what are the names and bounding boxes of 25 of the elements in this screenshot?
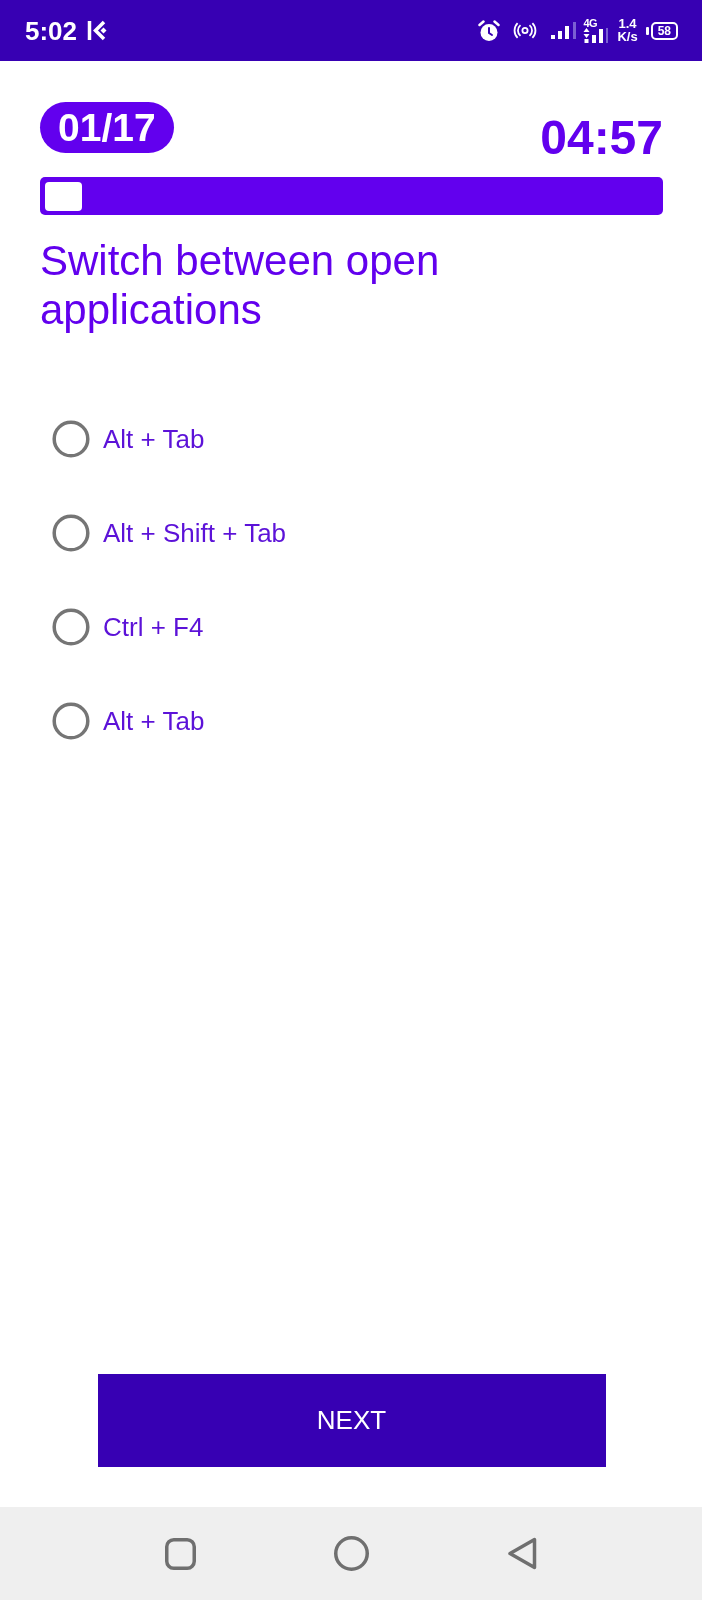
back-icon[interactable] xyxy=(506,1537,538,1570)
answer-option[interactable]: Alt + Tab xyxy=(52,702,205,740)
radio-icon[interactable] xyxy=(52,514,90,552)
signal-bars-icon xyxy=(551,22,577,39)
network-speed-value: 1.4 xyxy=(618,17,637,30)
radio-icon[interactable] xyxy=(52,702,90,740)
status-time: 5:02 xyxy=(25,15,78,46)
square-icon[interactable] xyxy=(164,1537,196,1570)
answer-option[interactable]: Ctrl + F4 xyxy=(52,608,204,646)
alarm-clock-icon xyxy=(477,19,502,42)
radio-icon[interactable] xyxy=(52,608,90,646)
battery-indicator: 58 xyxy=(645,21,678,40)
answer-option[interactable]: Alt + Shift + Tab xyxy=(52,514,287,552)
circle-icon[interactable] xyxy=(333,1536,369,1571)
network-speed-unit: K/s xyxy=(617,30,638,44)
radio-waves-icon xyxy=(513,22,538,39)
answer-option[interactable]: Alt + Tab xyxy=(52,420,205,458)
logo-icon xyxy=(87,20,109,41)
radio-icon[interactable] xyxy=(52,420,90,458)
question-text: Switch between open applications xyxy=(40,236,441,334)
next-button[interactable]: NEXT xyxy=(97,1374,606,1467)
question-counter: 01/17 xyxy=(40,102,174,153)
countdown-timer: 04:57 xyxy=(540,114,663,162)
signal-bars-icon xyxy=(583,28,609,43)
network-type-label: 4G xyxy=(583,18,598,28)
